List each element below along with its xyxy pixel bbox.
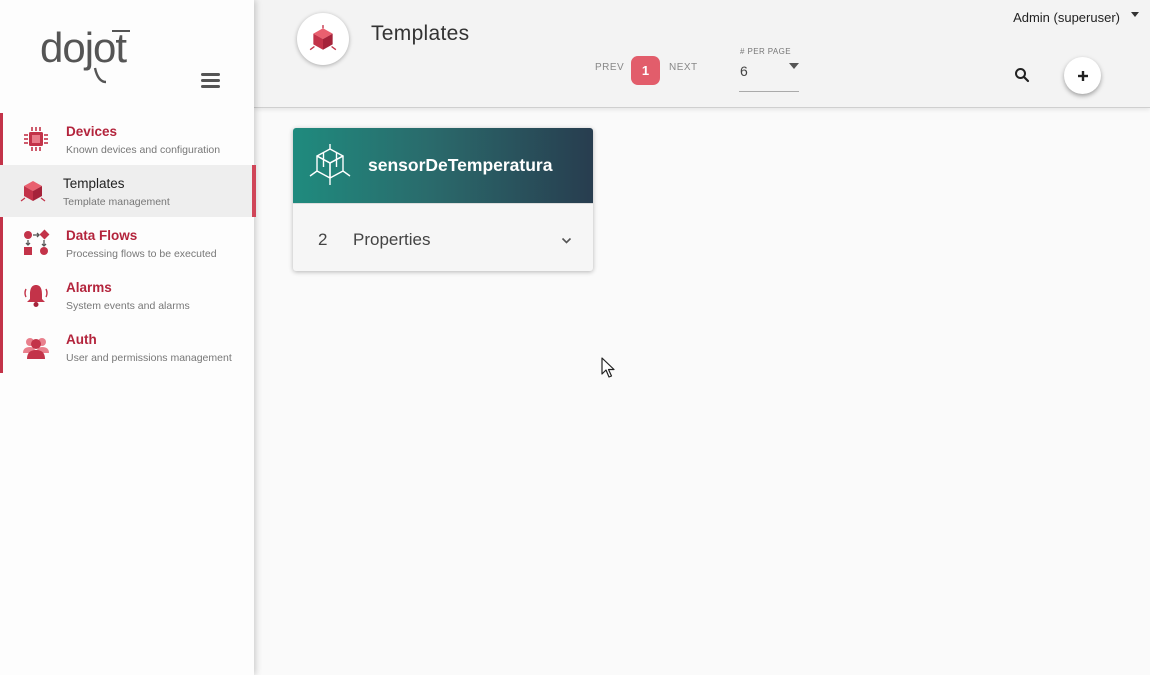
sidebar-item-label: Alarms	[66, 280, 112, 295]
sidebar-item-description: System events and alarms	[66, 300, 190, 312]
cube-icon	[20, 181, 46, 202]
title-badge	[297, 13, 349, 65]
pagination-next[interactable]: NEXT	[669, 62, 698, 73]
caret-down-icon[interactable]	[1131, 12, 1139, 17]
pagination-current-page[interactable]: 1	[631, 56, 660, 85]
plus-icon	[1077, 70, 1088, 81]
wireframe-cube-icon	[309, 144, 351, 185]
sidebar-item-alarms[interactable]: Alarms System events and alarms	[0, 269, 254, 321]
chevron-down-icon[interactable]	[561, 237, 572, 244]
sidebar-item-description: Known devices and configuration	[66, 144, 221, 156]
pagination-prev[interactable]: PREV	[595, 62, 624, 73]
sidebar-item-devices[interactable]: Devices Known devices and configuration	[0, 113, 254, 165]
hamburger-menu-icon[interactable]	[201, 73, 222, 91]
sidebar-nav: Devices Known devices and configuration …	[0, 113, 256, 373]
user-name: Admin (superuser)	[1013, 10, 1120, 25]
property-label: Properties	[353, 230, 431, 249]
caret-down-icon	[789, 63, 799, 69]
sidebar-item-auth[interactable]: Auth User and permissions management	[0, 321, 254, 373]
flow-icon	[24, 229, 50, 255]
per-page-value: 6	[740, 63, 748, 79]
sidebar-item-label: Templates	[63, 176, 125, 191]
page-header: Templates PREV 1 NEXT # PER PAGE 6 Admin…	[254, 0, 1150, 108]
sidebar-item-label: Devices	[66, 124, 118, 139]
template-properties-toggle[interactable]: 2 Properties	[293, 203, 593, 271]
sidebar-item-label: Data Flows	[66, 228, 138, 243]
per-page-select[interactable]: 6	[739, 58, 799, 92]
template-card: sensorDeTemperatura 2 Properties	[293, 128, 593, 271]
sidebar-item-data-flows[interactable]: Data Flows Processing flows to be execut…	[0, 217, 254, 269]
sidebar-item-description: User and permissions management	[66, 352, 232, 364]
mouse-cursor-icon	[601, 357, 615, 378]
sidebar-item-label: Auth	[66, 332, 97, 347]
sidebar-item-templates[interactable]: Templates Template management	[0, 165, 256, 217]
template-name: sensorDeTemperatura	[368, 155, 553, 175]
property-count: 2	[318, 230, 328, 249]
sidebar: dojot Devices Known devices and configur…	[0, 0, 256, 675]
dojot-logo: dojot	[40, 24, 160, 88]
search-icon[interactable]	[1014, 67, 1030, 83]
sidebar-item-description: Template management	[63, 196, 170, 208]
bell-icon	[24, 285, 48, 307]
per-page-label: # PER PAGE	[740, 47, 791, 56]
page-title: Templates	[371, 22, 470, 45]
chip-icon	[24, 127, 48, 151]
cube-icon	[309, 25, 337, 51]
template-card-header[interactable]: sensorDeTemperatura	[293, 128, 593, 203]
add-template-button[interactable]	[1064, 57, 1101, 94]
sidebar-item-description: Processing flows to be executed	[66, 248, 217, 260]
user-menu[interactable]: Admin (superuser)	[1013, 10, 1120, 25]
users-icon	[23, 338, 49, 359]
